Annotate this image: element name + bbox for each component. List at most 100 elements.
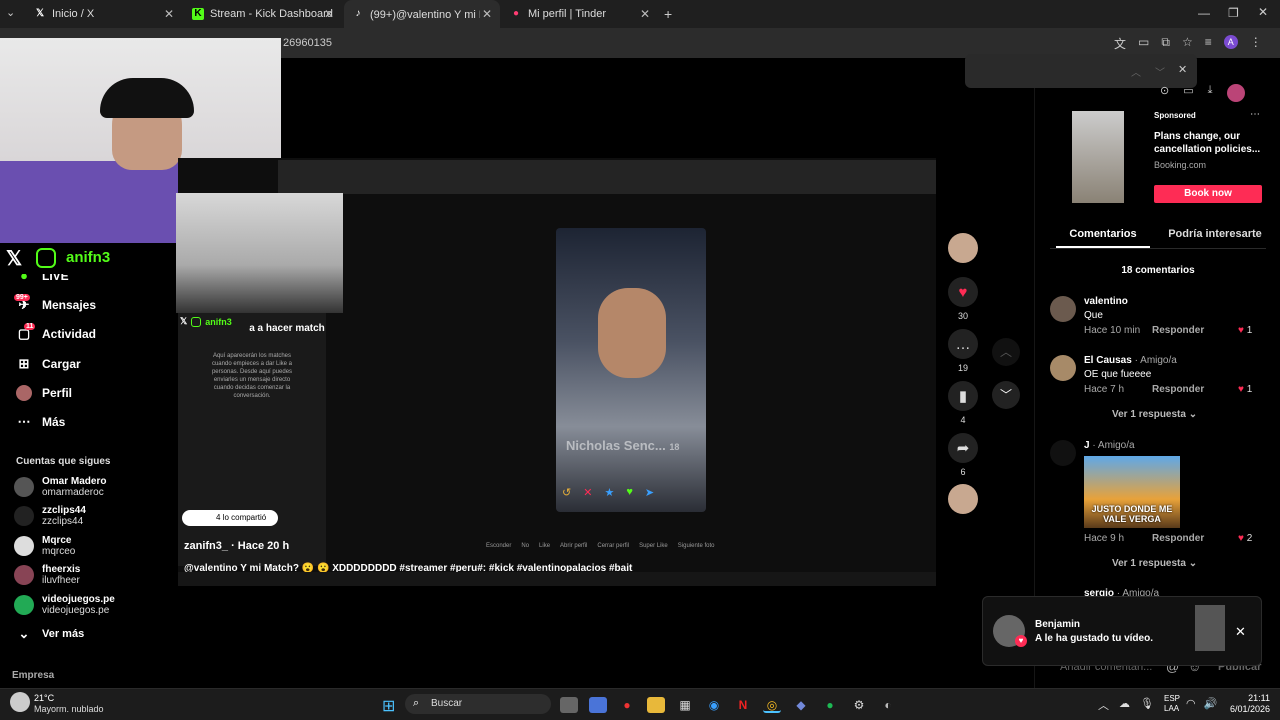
- translate-icon[interactable]: 文: [1114, 35, 1126, 52]
- heart-icon: ♥: [1238, 384, 1244, 395]
- ad-image[interactable]: [1072, 111, 1124, 203]
- next-icon[interactable]: ﹀: [1155, 64, 1165, 79]
- tab-kick[interactable]: K Stream - Kick Dashboard ✕: [184, 0, 342, 28]
- avatar[interactable]: [1050, 296, 1076, 322]
- clock[interactable]: 21:11 6/01/2026: [1222, 693, 1270, 715]
- maximize-icon[interactable]: ❐: [1228, 6, 1239, 20]
- url-field[interactable]: 26960135: [283, 37, 332, 49]
- spotify-icon[interactable]: ●: [821, 697, 839, 713]
- nope-icon[interactable]: ✕: [583, 486, 592, 499]
- menu-icon[interactable]: ⋮: [1250, 35, 1262, 52]
- store-icon[interactable]: ▦: [676, 697, 694, 713]
- microphone-icon[interactable]: 🎙: [1140, 697, 1154, 713]
- wifi-icon[interactable]: ◠: [1186, 697, 1196, 710]
- view-replies[interactable]: Ver 1 respuesta ⌄: [1112, 558, 1197, 569]
- comment-button[interactable]: … 19: [948, 329, 978, 373]
- view-replies[interactable]: Ver 1 respuesta ⌄: [1112, 409, 1197, 420]
- like-icon[interactable]: ♥: [626, 486, 633, 499]
- share-button[interactable]: ➦ 6: [948, 433, 978, 477]
- file-explorer-icon[interactable]: [647, 697, 665, 713]
- comment-like[interactable]: ♥ 2: [1238, 533, 1252, 544]
- comment-text: OE que fueeee: [1084, 369, 1152, 380]
- task-view-icon[interactable]: [560, 697, 578, 713]
- shared-pill[interactable]: 4 lo compartió: [182, 510, 278, 526]
- superlike-icon[interactable]: ★: [604, 486, 614, 499]
- nav-profile[interactable]: Perfil: [16, 385, 72, 401]
- tab-comments[interactable]: Comentarios: [1056, 228, 1150, 240]
- comment-image[interactable]: JUSTO DONDE ME VALE VERGA: [1084, 456, 1180, 528]
- netflix-icon[interactable]: N: [734, 697, 752, 713]
- comment-like[interactable]: ♥ 1: [1238, 384, 1252, 395]
- tinder-profile-card[interactable]: Nicholas Senc... 18: [556, 228, 706, 512]
- previous-icon[interactable]: ︿: [1131, 64, 1141, 79]
- settings-icon[interactable]: ⊙: [1160, 84, 1169, 102]
- comment-author[interactable]: El Causas: [1084, 355, 1132, 366]
- boost-icon[interactable]: ➤: [645, 486, 654, 499]
- following-account[interactable]: fheerxis iluvfheer: [14, 564, 80, 586]
- account-name: zzclips44: [42, 505, 86, 516]
- close-icon[interactable]: ✕: [324, 7, 334, 21]
- avatar[interactable]: [1050, 440, 1076, 466]
- following-account[interactable]: Mqrce mqrceo: [14, 535, 75, 557]
- profile-avatar[interactable]: A: [1223, 35, 1238, 49]
- volume-icon[interactable]: 🔊: [1204, 697, 1218, 710]
- chrome-icon[interactable]: ◎: [763, 697, 781, 713]
- app-icon[interactable]: ●: [618, 697, 636, 713]
- close-icon[interactable]: ✕: [1178, 63, 1187, 76]
- onedrive-icon[interactable]: ☁: [1119, 697, 1130, 713]
- tab-x[interactable]: 𝕏 Inicio / X ✕: [26, 0, 182, 28]
- like-notification[interactable]: ♥ Benjamin A le ha gustado tu vídeo. ✕: [982, 596, 1262, 666]
- steam-icon[interactable]: ⚙: [850, 697, 868, 713]
- extension-icon[interactable]: ⧉: [1161, 35, 1170, 52]
- bookmark-star-icon[interactable]: ☆: [1182, 35, 1193, 52]
- language-indicator[interactable]: ESP LAA: [1164, 694, 1180, 714]
- reply-button[interactable]: Responder: [1152, 325, 1204, 336]
- discord-icon[interactable]: ◆: [792, 697, 810, 713]
- new-tab-icon[interactable]: +: [664, 6, 672, 22]
- avatar: [14, 595, 34, 615]
- nav-more[interactable]: ⋯ Más: [16, 414, 66, 430]
- nav-upload[interactable]: ⊞ Cargar: [16, 356, 81, 372]
- save-button[interactable]: ▮ 4: [948, 381, 978, 425]
- ad-more-icon[interactable]: ⋯: [1250, 109, 1260, 120]
- following-account[interactable]: videojuegos.pe videojuegos.pe: [14, 594, 115, 616]
- reading-list-icon[interactable]: ≡: [1205, 35, 1212, 52]
- nav-label: Mensajes: [42, 298, 97, 312]
- close-window-icon[interactable]: ✕: [1258, 5, 1268, 19]
- weather-icon[interactable]: [10, 692, 30, 712]
- rewind-icon[interactable]: ↺: [562, 486, 571, 499]
- close-icon[interactable]: ✕: [1235, 624, 1246, 640]
- like-button[interactable]: ♥ 30: [948, 277, 978, 321]
- sound-avatar[interactable]: [948, 484, 978, 514]
- avatar[interactable]: [1226, 84, 1245, 102]
- cast-icon[interactable]: ▭: [1138, 35, 1149, 52]
- app-icon[interactable]: ◐: [879, 697, 897, 713]
- tab-related[interactable]: Podría interesarte: [1162, 228, 1268, 240]
- comment-like[interactable]: ♥ 1: [1238, 325, 1252, 336]
- inbox-icon[interactable]: ▭: [1183, 84, 1193, 102]
- reply-button[interactable]: Responder: [1152, 533, 1204, 544]
- chevron-up-icon[interactable]: ︿: [1098, 697, 1109, 713]
- book-now-button[interactable]: Book now: [1154, 185, 1262, 203]
- tab-search-icon[interactable]: ⌄: [6, 6, 22, 22]
- reply-button[interactable]: Responder: [1152, 384, 1204, 395]
- minimize-icon[interactable]: —: [1198, 6, 1210, 20]
- close-icon[interactable]: ✕: [482, 7, 492, 21]
- download-icon[interactable]: ⤓: [1208, 84, 1213, 102]
- search-box[interactable]: ⌕ Buscar: [405, 694, 551, 714]
- see-more-link[interactable]: ⌄ Ver más: [16, 626, 85, 642]
- following-account[interactable]: Omar Madero omarmaderoc: [14, 476, 106, 498]
- next-video-button[interactable]: ﹀: [992, 381, 1020, 409]
- comment-author[interactable]: valentino: [1084, 296, 1128, 307]
- edge-icon[interactable]: ◉: [705, 697, 723, 713]
- tab-tiktok[interactable]: ♪ (99+)@valentino Y mi Match? 😮 ✕: [344, 0, 500, 28]
- avatar[interactable]: [1050, 355, 1076, 381]
- creator-avatar[interactable]: [948, 233, 978, 263]
- copilot-icon[interactable]: [589, 697, 607, 713]
- tab-tinder[interactable]: ● Mi perfil | Tinder ✕: [502, 0, 658, 28]
- following-account[interactable]: zzclips44 zzclips44: [14, 505, 86, 527]
- previous-video-button[interactable]: ︿: [992, 338, 1020, 366]
- windows-start-icon[interactable]: ⊞: [382, 696, 395, 716]
- close-icon[interactable]: ✕: [164, 7, 174, 21]
- close-icon[interactable]: ✕: [640, 7, 650, 21]
